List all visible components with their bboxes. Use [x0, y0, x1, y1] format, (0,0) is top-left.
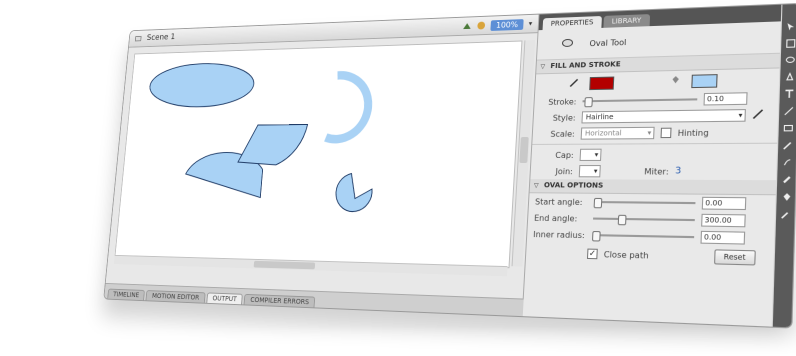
- miter-value[interactable]: 3: [675, 166, 682, 176]
- divider: [532, 142, 778, 145]
- stage-canvas[interactable]: [114, 40, 523, 269]
- stroke-color-swatch[interactable]: [589, 76, 615, 90]
- stroke-input[interactable]: 0.10: [703, 92, 748, 106]
- tab-properties[interactable]: PROPERTIES: [542, 16, 602, 31]
- bottom-tabs: TIMELINE MOTION EDITOR OUTPUT COMPILER E…: [104, 282, 527, 317]
- text-tool-icon[interactable]: [782, 88, 795, 100]
- tab-library[interactable]: LIBRARY: [603, 14, 650, 28]
- end-angle-slider[interactable]: [593, 214, 695, 226]
- inner-radius-slider[interactable]: [591, 230, 695, 242]
- reset-button[interactable]: Reset: [713, 249, 756, 266]
- fill-color-swatch[interactable]: [691, 73, 718, 88]
- edit-symbol-icon[interactable]: [476, 21, 486, 31]
- application-window: Scene 1 100% ▾ TIMELINE MOTION EDITOR OU…: [103, 2, 796, 329]
- reflection-fade: [0, 326, 796, 356]
- oval-shape[interactable]: [148, 62, 256, 108]
- zoom-dropdown[interactable]: 100%: [490, 18, 525, 31]
- paint-bucket-tool-icon[interactable]: [779, 191, 792, 203]
- document-toolbar-right: 100% ▾: [462, 18, 533, 31]
- stroke-slider-knob[interactable]: [584, 97, 593, 108]
- tab-compiler-errors[interactable]: COMPILER ERRORS: [243, 293, 316, 308]
- close-path-checkbox[interactable]: [586, 248, 598, 260]
- start-angle-label: Start angle:: [534, 196, 583, 207]
- end-angle-label: End angle:: [533, 213, 578, 223]
- scale-row: Scale: Horizontal Hinting: [532, 123, 777, 141]
- edit-stroke-style-icon[interactable]: [752, 108, 764, 122]
- scale-label: Scale:: [550, 129, 576, 139]
- join-row: Join: Miter: 3: [530, 163, 776, 180]
- cap-select[interactable]: [579, 148, 602, 161]
- rectangle-tool-icon[interactable]: [781, 122, 794, 134]
- scene-label[interactable]: Scene 1: [146, 33, 175, 43]
- stroke-label: Stroke:: [548, 96, 577, 107]
- tool-name: Oval Tool: [589, 37, 627, 48]
- tab-motion-editor[interactable]: MOTION EDITOR: [145, 290, 206, 303]
- pencil-tool-icon[interactable]: [781, 139, 794, 151]
- stroke-slider[interactable]: [582, 97, 698, 108]
- close-path-label: Close path: [603, 249, 649, 261]
- end-angle-input[interactable]: 300.00: [701, 213, 746, 228]
- start-angle-knob[interactable]: [593, 197, 603, 209]
- tab-output[interactable]: OUTPUT: [206, 292, 244, 305]
- eyedropper-tool-icon[interactable]: [779, 208, 792, 220]
- inner-radius-input[interactable]: 0.00: [700, 230, 746, 245]
- oval-tool-icon: [561, 37, 574, 50]
- selection-tool-icon[interactable]: [784, 21, 796, 33]
- style-select[interactable]: Hairline: [581, 109, 746, 124]
- close-path-row: Close path Reset: [526, 242, 774, 269]
- document-panel: Scene 1 100% ▾ TIMELINE MOTION EDITOR OU…: [104, 14, 540, 317]
- vertical-scroll-thumb[interactable]: [519, 136, 529, 163]
- canvas-shapes: [115, 42, 521, 268]
- inner-radius-knob[interactable]: [591, 230, 601, 242]
- stage: Scene 1 100% ▾ TIMELINE MOTION EDITOR OU…: [0, 0, 796, 356]
- pencil-icon: [569, 77, 580, 90]
- ring-arc-shape[interactable]: [326, 75, 371, 140]
- transform-tool-icon[interactable]: [784, 38, 796, 50]
- inner-radius-label: Inner radius:: [533, 229, 585, 240]
- scene-icon: [134, 34, 143, 43]
- wedge-shape[interactable]: [238, 125, 308, 165]
- hinting-label: Hinting: [677, 127, 709, 138]
- start-angle-slider[interactable]: [593, 197, 696, 209]
- edit-scene-icon[interactable]: [462, 21, 472, 31]
- line-tool-icon[interactable]: [782, 105, 795, 117]
- brush-tool-icon[interactable]: [780, 157, 793, 169]
- hinting-checkbox[interactable]: [660, 127, 672, 139]
- tab-timeline[interactable]: TIMELINE: [107, 288, 146, 301]
- pacman-shape[interactable]: [335, 173, 374, 211]
- zoom-chevron-icon[interactable]: ▾: [529, 20, 533, 28]
- style-label: Style:: [552, 112, 576, 123]
- join-select[interactable]: [578, 165, 601, 178]
- bone-tool-icon[interactable]: [780, 174, 793, 186]
- join-label: Join:: [555, 166, 574, 176]
- cap-label: Cap:: [555, 150, 574, 160]
- cap-row: Cap:: [531, 146, 777, 163]
- horizontal-scroll-thumb[interactable]: [253, 260, 316, 270]
- pen-tool-icon[interactable]: [783, 71, 796, 83]
- paint-bucket-icon: [670, 74, 681, 88]
- scale-select[interactable]: Horizontal: [580, 126, 655, 140]
- lasso-tool-icon[interactable]: [783, 54, 796, 66]
- properties-panel: PROPERTIES LIBRARY Oval Tool FILL AND ST…: [522, 4, 782, 327]
- miter-label: Miter:: [644, 166, 669, 177]
- start-angle-input[interactable]: 0.00: [701, 196, 747, 211]
- end-angle-knob[interactable]: [617, 214, 627, 226]
